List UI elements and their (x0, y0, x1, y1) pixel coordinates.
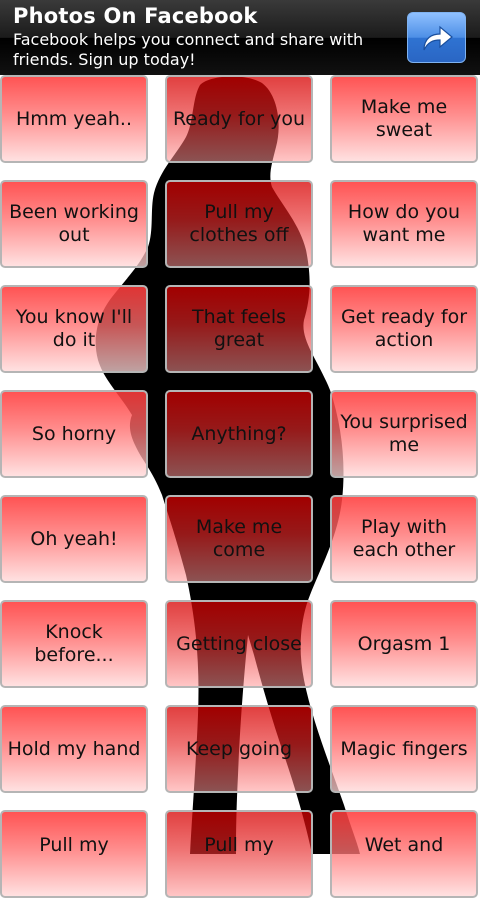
sound-button-wet-and-partial[interactable]: Wet and (330, 810, 478, 898)
ad-title: Photos On Facebook (13, 4, 258, 28)
sound-button-knock-before[interactable]: Knock before... (0, 600, 148, 688)
sound-button-been-working-out[interactable]: Been working out (0, 180, 148, 268)
sound-button-so-horny[interactable]: So horny (0, 390, 148, 478)
sound-button-how-do-you-want-me[interactable]: How do you want me (330, 180, 478, 268)
ad-action-button[interactable] (407, 12, 466, 63)
ad-description: Facebook helps you connect and share wit… (13, 30, 364, 69)
sound-button-you-surprised-me[interactable]: You surprised me (330, 390, 478, 478)
sound-button-oh-yeah[interactable]: Oh yeah! (0, 495, 148, 583)
share-arrow-icon (422, 25, 453, 50)
sound-button-make-me-come[interactable]: Make me come (165, 495, 313, 583)
soundboard-grid: Hmm yeah.. Ready for you Make me sweat B… (0, 75, 480, 898)
sound-button-orgasm-1[interactable]: Orgasm 1 (330, 600, 478, 688)
sound-button-that-feels-great[interactable]: That feels great (165, 285, 313, 373)
sound-button-keep-going[interactable]: Keep going (165, 705, 313, 793)
ad-banner[interactable]: Photos On Facebook Facebook helps you co… (0, 0, 480, 75)
sound-button-get-ready-for-action[interactable]: Get ready for action (330, 285, 478, 373)
sound-button-you-know-ill-do-it[interactable]: You know I'll do it (0, 285, 148, 373)
sound-button-make-me-sweat[interactable]: Make me sweat (330, 75, 478, 163)
sound-button-hold-my-hand[interactable]: Hold my hand (0, 705, 148, 793)
sound-button-play-with-each-other[interactable]: Play with each other (330, 495, 478, 583)
sound-button-pull-my-partial-2[interactable]: Pull my (165, 810, 313, 898)
sound-button-getting-close[interactable]: Getting close (165, 600, 313, 688)
sound-button-magic-fingers[interactable]: Magic fingers (330, 705, 478, 793)
sound-button-pull-my-partial[interactable]: Pull my (0, 810, 148, 898)
sound-button-pull-my-clothes-off[interactable]: Pull my clothes off (165, 180, 313, 268)
sound-button-ready-for-you[interactable]: Ready for you (165, 75, 313, 163)
sound-button-anything[interactable]: Anything? (165, 390, 313, 478)
sound-button-hmm-yeah[interactable]: Hmm yeah.. (0, 75, 148, 163)
